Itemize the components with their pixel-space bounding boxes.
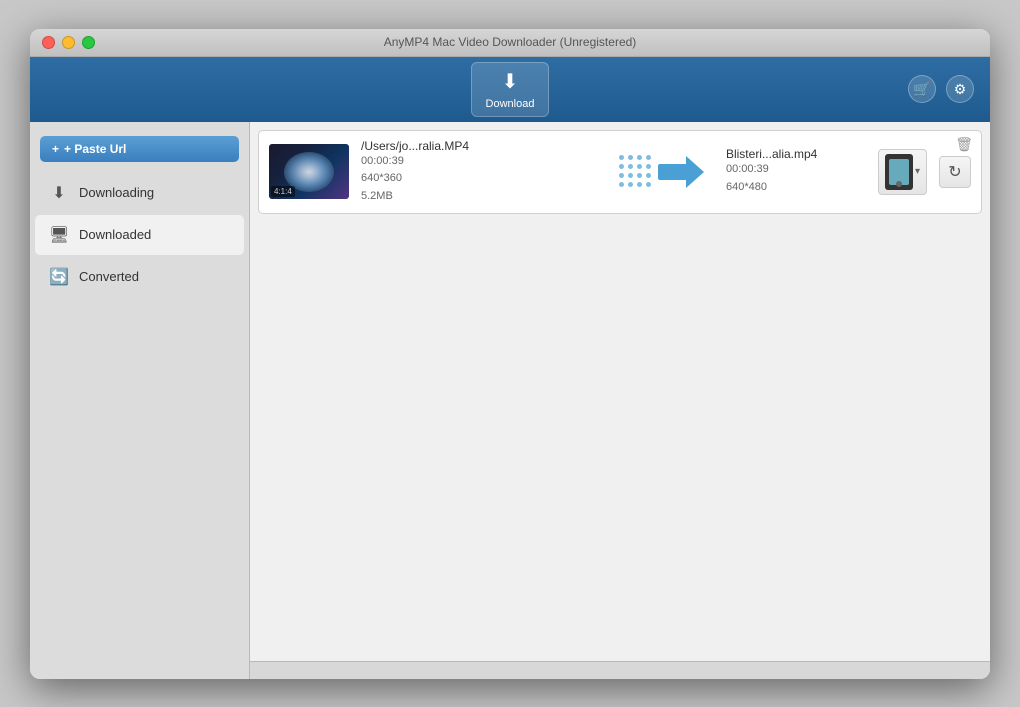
- status-bar: [250, 661, 990, 679]
- main-panel: 4:1:4 /Users/jo...ralia.MP4 00:00:39 640…: [250, 122, 990, 679]
- dot: [628, 164, 633, 169]
- source-file-info: /Users/jo...ralia.MP4 00:00:39 640*360 5…: [361, 139, 597, 206]
- refresh-icon: ↻: [948, 162, 961, 182]
- converted-icon: 🔄: [49, 267, 69, 287]
- settings-icon: ⚙: [954, 81, 967, 98]
- dot: [619, 155, 624, 160]
- trash-icon: 🗑: [955, 136, 973, 152]
- settings-button[interactable]: ⚙: [946, 75, 974, 103]
- arrow-shaft: [658, 164, 686, 180]
- dot: [637, 182, 642, 187]
- dot: [646, 182, 651, 187]
- cart-button[interactable]: 🛒: [908, 75, 936, 103]
- dot: [637, 164, 642, 169]
- dot: [637, 155, 642, 160]
- content-area: + + Paste Url ⬇ Downloading 🖥 Downloaded…: [30, 122, 990, 679]
- thumbnail-overlay: 4:1:4: [271, 186, 295, 197]
- sidebar-item-downloading-label: Downloading: [79, 185, 154, 200]
- delete-button[interactable]: 🗑: [955, 137, 973, 151]
- app-window: AnyMP4 Mac Video Downloader (Unregistere…: [30, 29, 990, 679]
- sidebar-item-downloaded[interactable]: 🖥 Downloaded: [35, 215, 244, 255]
- paste-url-button[interactable]: + + Paste Url: [40, 136, 239, 162]
- sidebar-item-downloaded-label: Downloaded: [79, 227, 151, 242]
- dot: [646, 164, 651, 169]
- output-filename: Blisteri...alia.mp4: [726, 147, 866, 161]
- sidebar-item-converted-label: Converted: [79, 269, 139, 284]
- dot: [619, 182, 624, 187]
- dot: [637, 173, 642, 178]
- file-thumbnail: 4:1:4: [269, 144, 349, 199]
- output-resolution: 640*480: [726, 179, 866, 197]
- dot: [646, 155, 651, 160]
- dot: [628, 155, 633, 160]
- tablet-icon: [885, 154, 913, 190]
- table-row: 4:1:4 /Users/jo...ralia.MP4 00:00:39 640…: [258, 130, 982, 215]
- traffic-lights: [42, 36, 95, 49]
- source-filename: /Users/jo...ralia.MP4: [361, 139, 597, 153]
- dots-grid-icon: [619, 155, 652, 188]
- dot: [628, 182, 633, 187]
- device-select-button[interactable]: ▾: [878, 149, 927, 195]
- source-duration: 00:00:39: [361, 153, 597, 171]
- source-resolution: 640*360: [361, 170, 597, 188]
- download-toolbar-button[interactable]: ⬇ Download: [471, 62, 550, 117]
- toolbar: ⬇ Download 🛒 ⚙: [30, 57, 990, 122]
- window-title: AnyMP4 Mac Video Downloader (Unregistere…: [384, 35, 637, 49]
- minimize-button[interactable]: [62, 36, 75, 49]
- dot: [628, 173, 633, 178]
- paste-url-label: + Paste Url: [64, 142, 126, 156]
- arrow-right-icon: [658, 156, 704, 188]
- sidebar-item-converted[interactable]: 🔄 Converted: [35, 257, 244, 297]
- arrow-head: [686, 156, 704, 188]
- plus-icon: +: [52, 142, 59, 156]
- file-list: 4:1:4 /Users/jo...ralia.MP4 00:00:39 640…: [250, 122, 990, 661]
- maximize-button[interactable]: [82, 36, 95, 49]
- downloaded-icon: 🖥: [49, 225, 69, 245]
- convert-arrow: [609, 155, 714, 188]
- source-size: 5.2MB: [361, 188, 597, 206]
- dot: [646, 173, 651, 178]
- sidebar: + + Paste Url ⬇ Downloading 🖥 Downloaded…: [30, 122, 250, 679]
- dot: [619, 164, 624, 169]
- sidebar-item-downloading[interactable]: ⬇ Downloading: [35, 173, 244, 213]
- refresh-button[interactable]: ↻: [939, 156, 971, 188]
- cart-icon: 🛒: [913, 81, 930, 98]
- toolbar-right-actions: 🛒 ⚙: [908, 75, 974, 103]
- output-duration: 00:00:39: [726, 161, 866, 179]
- download-icon: ⬇: [502, 69, 519, 94]
- download-label: Download: [486, 98, 535, 110]
- dot: [619, 173, 624, 178]
- chevron-down-icon: ▾: [915, 166, 920, 177]
- titlebar: AnyMP4 Mac Video Downloader (Unregistere…: [30, 29, 990, 57]
- close-button[interactable]: [42, 36, 55, 49]
- output-file-info: Blisteri...alia.mp4 00:00:39 640*480: [726, 147, 866, 196]
- downloading-icon: ⬇: [49, 183, 69, 203]
